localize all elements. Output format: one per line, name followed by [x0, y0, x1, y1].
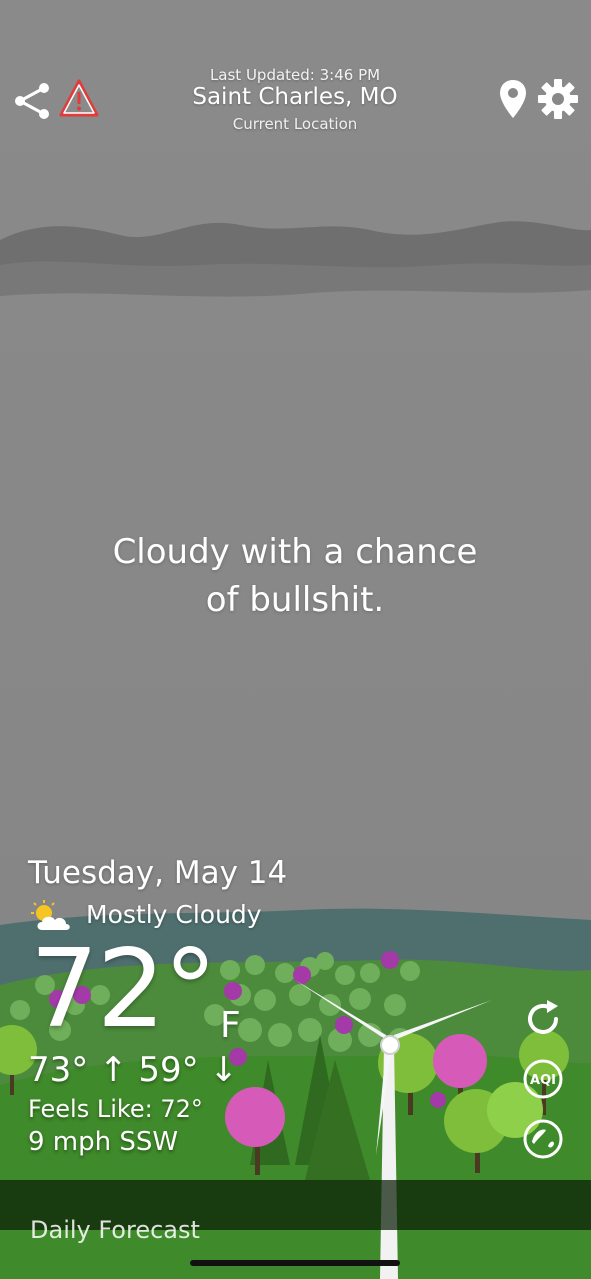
cloud-band — [0, 221, 591, 297]
low-temperature: 59° ↓ — [138, 1050, 238, 1090]
refresh-icon[interactable] — [520, 996, 566, 1042]
quip-line-2: of bullshit. — [205, 580, 385, 620]
feels-like: Feels Like: 72° — [28, 1095, 203, 1123]
location-pin-icon[interactable] — [498, 78, 528, 120]
location-subtitle: Current Location — [232, 115, 358, 133]
daily-forecast-peek[interactable]: Daily Forecast — [30, 1216, 200, 1244]
high-low: 73° ↑ 59° ↓ — [28, 1050, 238, 1090]
last-updated-text: Last Updated: 3:46 PM — [209, 66, 381, 84]
wind-speed: 9 mph SSW — [28, 1127, 179, 1157]
top-bar: Last Updated: 3:46 PM Saint Charles, MO … — [0, 60, 591, 150]
current-temperature[interactable]: 72° — [30, 930, 217, 1050]
temperature-unit: F — [220, 1005, 241, 1046]
weather-alert-icon[interactable] — [58, 78, 100, 120]
home-indicator[interactable] — [190, 1260, 400, 1266]
share-icon[interactable] — [12, 80, 54, 122]
gear-icon[interactable] — [537, 78, 579, 120]
location-title[interactable]: Saint Charles, MO — [145, 84, 445, 110]
aqi-button[interactable]: AQI — [520, 1056, 566, 1102]
aqi-label: AQI — [530, 1073, 556, 1088]
condition-text: Mostly Cloudy — [86, 900, 262, 929]
radar-map-icon[interactable] — [520, 1116, 566, 1162]
quip-line-1: Cloudy with a chance — [112, 532, 478, 572]
weather-quip: Cloudy with a chance of bullshit. — [45, 528, 545, 624]
current-date: Tuesday, May 14 — [28, 855, 288, 891]
high-temperature: 73° ↑ — [28, 1050, 128, 1090]
